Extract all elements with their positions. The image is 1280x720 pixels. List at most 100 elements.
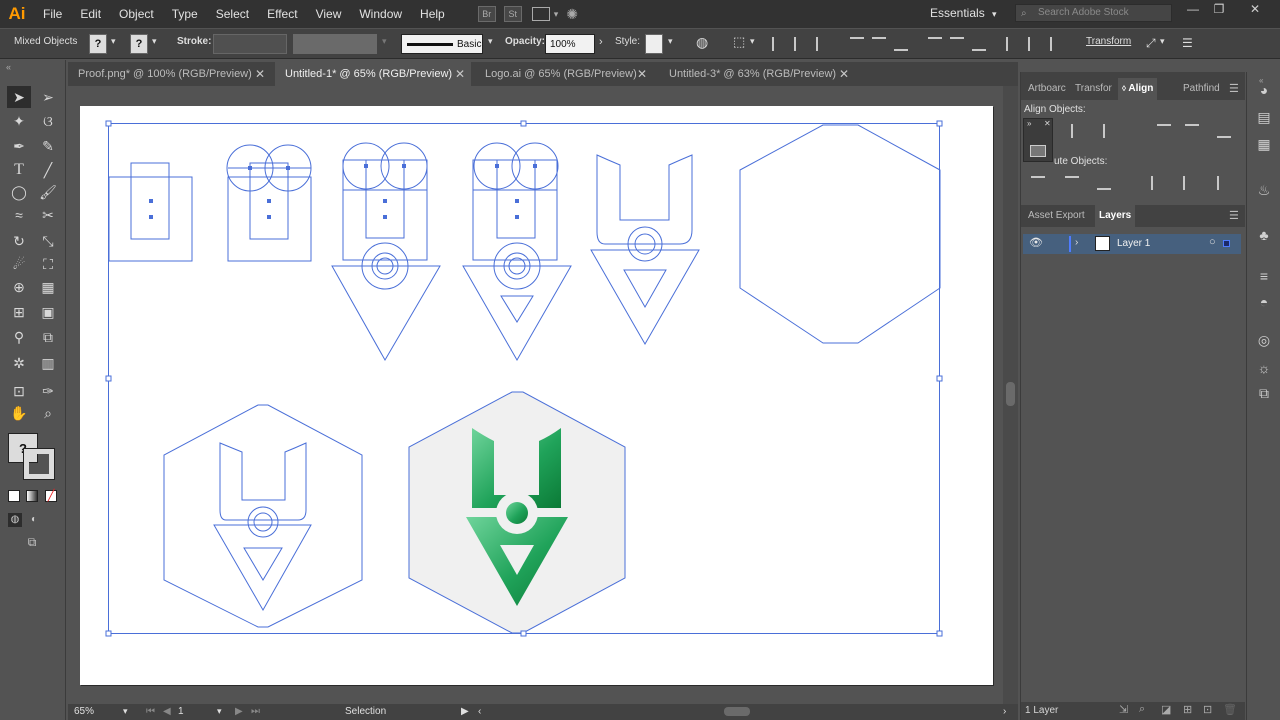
hand-tool-icon[interactable]: ✋ [7, 402, 31, 424]
gradient-panel-icon[interactable]: ◓ [1256, 294, 1272, 310]
shaper-tool-icon[interactable]: ≈ [7, 204, 31, 226]
slice-tool-icon[interactable]: ✑ [36, 380, 60, 402]
chevron-down-icon[interactable]: ▾ [750, 36, 755, 47]
stroke-label[interactable]: Stroke: [177, 36, 211, 47]
collect-for-export-icon[interactable]: ⇲ [1119, 703, 1128, 716]
blend-tool-icon[interactable]: ⧉ [36, 326, 60, 348]
distribute-left-icon[interactable] [1006, 37, 1020, 51]
align-bottom-icon[interactable] [894, 37, 908, 51]
scroll-left-icon[interactable]: ‹ [478, 706, 481, 717]
transparency-icon[interactable]: ◎ [1256, 332, 1272, 348]
lasso-icon[interactable]: ଓ [36, 110, 60, 132]
collapse-icon[interactable]: « [6, 62, 11, 72]
close-icon[interactable]: ✕ [637, 62, 647, 86]
vertical-scrollbar[interactable] [1003, 86, 1018, 704]
distribute-bottom-icon[interactable] [972, 37, 986, 51]
gradient-tool-icon[interactable]: ▣ [36, 301, 60, 323]
expand-icon[interactable]: » [1027, 119, 1031, 128]
menu-object[interactable]: Object [110, 0, 163, 28]
chevron-down-icon[interactable]: ▾ [488, 36, 493, 47]
horizontal-align-right-icon[interactable] [1157, 124, 1171, 138]
recolor-artwork-icon[interactable]: ◍ [696, 34, 708, 51]
distribute-left-icon[interactable] [1151, 176, 1165, 190]
chevron-down-icon[interactable]: ▾ [1160, 36, 1165, 47]
zoom-tool-icon[interactable]: ⌕ [36, 402, 60, 424]
type-tool-icon[interactable]: T [7, 159, 31, 181]
variable-width-profile[interactable] [293, 34, 377, 54]
distribute-top-icon[interactable] [1031, 176, 1045, 190]
locate-object-icon[interactable]: ⌕ [1139, 703, 1145, 716]
stroke-panel-icon[interactable]: ≡ [1256, 268, 1272, 284]
previous-artboard-icon[interactable]: ◀ [163, 706, 171, 717]
menu-effect[interactable]: Effect [258, 0, 306, 28]
chevron-down-icon[interactable]: ▾ [217, 706, 222, 717]
none-mode-icon[interactable]: ╱ [45, 490, 57, 502]
shape-builder-icon[interactable]: ⊕ [7, 276, 31, 298]
appearance-icon[interactable]: ☼ [1256, 360, 1272, 376]
opacity-field[interactable]: 100% [545, 34, 595, 54]
align-to-selection-icon[interactable]: ⬚ [733, 34, 745, 50]
distribute-horizontal-icon[interactable] [1183, 176, 1197, 190]
scroll-thumb[interactable] [1006, 382, 1015, 406]
direct-selection-tool-icon[interactable]: ➢ [36, 86, 60, 108]
distribute-center-icon[interactable] [1065, 176, 1079, 190]
perspective-grid-icon[interactable]: ▦ [36, 276, 60, 298]
chevron-down-icon[interactable]: ▾ [123, 706, 128, 717]
brushes-icon[interactable]: ♨ [1256, 182, 1272, 198]
align-right-icon[interactable] [816, 37, 830, 51]
strip-menu-icon[interactable]: « [1259, 76, 1263, 85]
scroll-right-icon[interactable]: › [1003, 706, 1006, 717]
menu-help[interactable]: Help [411, 0, 454, 28]
menu-type[interactable]: Type [163, 0, 207, 28]
align-top-icon[interactable] [850, 37, 864, 51]
align-vertical-center-icon[interactable] [872, 37, 886, 51]
distribute-right-icon[interactable] [1050, 37, 1064, 51]
opacity-label[interactable]: Opacity: [505, 36, 545, 47]
magic-wand-icon[interactable]: ✦ [7, 110, 31, 132]
menu-view[interactable]: View [307, 0, 351, 28]
chevron-down-icon[interactable]: ▾ [382, 36, 387, 47]
symbol-sprayer-icon[interactable]: ✲ [7, 352, 31, 374]
fill-color-swatch[interactable]: ? [89, 34, 107, 54]
panel-menu-icon[interactable]: ☰ [1182, 36, 1193, 50]
scale-tool-icon[interactable]: ⤡ [36, 230, 60, 252]
symbols-icon[interactable]: ♣ [1256, 227, 1272, 243]
align-panel-icon[interactable] [1030, 145, 1046, 157]
menu-file[interactable]: File [34, 0, 71, 28]
menu-window[interactable]: Window [350, 0, 411, 28]
align-left-icon[interactable] [772, 37, 786, 51]
make-clipping-mask-icon[interactable]: ◪ [1161, 703, 1171, 716]
isolate-selected-icon[interactable]: ⤢ [1146, 36, 1156, 51]
brush-definition-select[interactable]: Basic [401, 34, 483, 54]
stroke-swatch[interactable] [23, 448, 55, 480]
chevron-right-icon[interactable]: › [599, 36, 603, 48]
tab-untitled-1[interactable]: Untitled-1* @ 65% (RGB/Preview) ✕ [275, 62, 471, 86]
minimize-button[interactable]: — [1180, 2, 1206, 20]
delete-layer-icon[interactable]: 🗑 [1223, 703, 1237, 716]
vertical-align-center-icon[interactable] [1185, 124, 1199, 138]
menu-select[interactable]: Select [207, 0, 258, 28]
tab-pathfinder[interactable]: Pathfind [1183, 78, 1220, 100]
align-horizontal-center-icon[interactable] [794, 37, 808, 51]
selection-tool-icon[interactable]: ➤ [7, 86, 31, 108]
graphic-style-swatch[interactable] [645, 34, 663, 54]
expand-arrow-icon[interactable]: › [1075, 237, 1078, 248]
pen-tool-icon[interactable]: ✒ [7, 135, 31, 157]
workspace-switcher[interactable]: Essentials ▾ [930, 6, 997, 20]
tab-transform[interactable]: Transfor [1075, 78, 1112, 100]
screen-mode-icon[interactable]: ⧉ [22, 535, 42, 551]
chevron-right-icon[interactable]: ▶ [461, 706, 469, 717]
transform-button[interactable]: Transform [1086, 36, 1131, 47]
swatches-icon[interactable]: ▦ [1256, 136, 1272, 152]
stock-button[interactable]: St [503, 6, 522, 22]
stroke-color-swatch[interactable]: ? [130, 34, 148, 54]
paintbrush-icon[interactable]: 🖌 [36, 181, 60, 203]
arrange-documents-icon[interactable] [531, 7, 550, 21]
panel-grip[interactable]: « [0, 60, 66, 82]
horizontal-scroll-thumb[interactable] [724, 707, 750, 716]
chevron-down-icon[interactable]: ▾ [668, 36, 673, 47]
column-graph-icon[interactable]: ▥ [36, 352, 60, 374]
draw-behind-icon[interactable]: ◐ [27, 513, 41, 527]
selection-indicator[interactable] [1223, 240, 1230, 247]
draw-normal-icon[interactable]: ◍ [8, 513, 22, 527]
